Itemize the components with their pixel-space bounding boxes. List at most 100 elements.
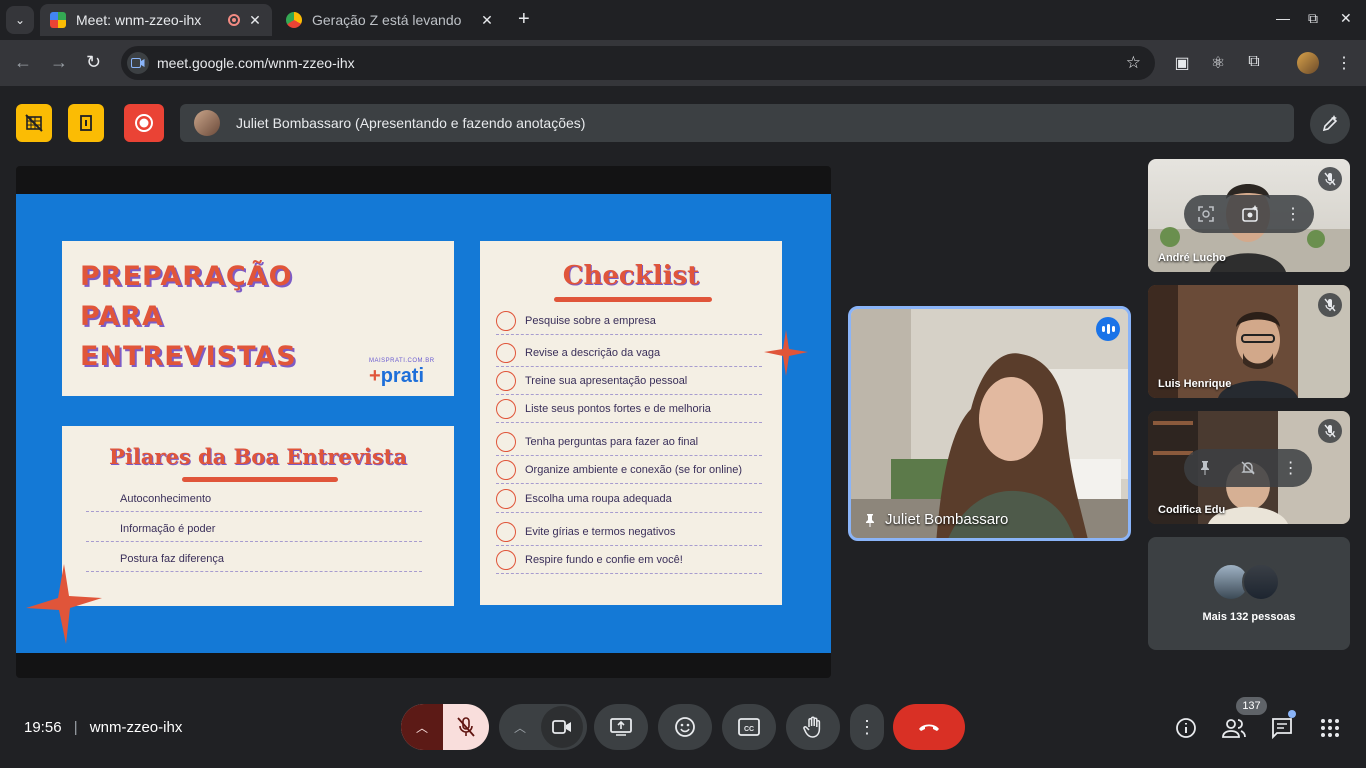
tab-title: Geração Z está levando xyxy=(312,12,462,28)
raise-hand-icon xyxy=(803,716,821,738)
back-icon[interactable]: ← xyxy=(14,52,32,73)
more-options-icon[interactable]: ⋮ xyxy=(1285,204,1301,224)
participant-avatars xyxy=(1212,563,1280,601)
extensions-icon[interactable]: ⧉ xyxy=(1244,53,1264,73)
recording-button[interactable] xyxy=(124,104,164,142)
more-options-button[interactable]: ⋮ xyxy=(850,704,884,750)
address-bar[interactable]: meet.google.com/wnm-zzeo-ihx ☆ xyxy=(121,46,1155,80)
close-tab-icon[interactable]: ✕ xyxy=(248,12,262,29)
checklist-item: Evite gírias e termos negativos xyxy=(496,518,762,546)
participant-name: André Lucho xyxy=(1158,252,1226,264)
more-people-label: Mais 132 pessoas xyxy=(1202,611,1296,623)
mic-off-icon xyxy=(457,717,475,737)
tab-strip: ⌄ Meet: wnm-zzeo-ihx ✕ Geração Z está le… xyxy=(0,0,1366,40)
chrome-menu-icon[interactable]: ⋮ xyxy=(1334,53,1354,73)
record-icon xyxy=(135,114,153,132)
forward-icon[interactable]: → xyxy=(50,52,68,73)
participant-tile[interactable]: Luis Henrique xyxy=(1148,285,1350,398)
starburst-decoration-icon xyxy=(764,330,808,376)
site-info-icon[interactable] xyxy=(127,52,149,74)
slide: PREPARAÇÃO PARA ENTREVISTAS MAISPRATI.CO… xyxy=(16,194,831,653)
close-tab-icon[interactable]: ✕ xyxy=(480,12,494,29)
muted-mic-icon xyxy=(1318,167,1342,191)
url-text: meet.google.com/wnm-zzeo-ihx xyxy=(157,55,355,71)
raise-hand-button[interactable] xyxy=(786,704,840,750)
camera-icon xyxy=(552,720,571,734)
captions-button[interactable]: CC xyxy=(722,704,776,750)
tab-article[interactable]: Geração Z está levando ✕ xyxy=(276,4,504,36)
participant-tile[interactable]: ⋮ Codifica Edu xyxy=(1148,411,1350,524)
tab-meet[interactable]: Meet: wnm-zzeo-ihx ✕ xyxy=(40,4,272,36)
reactions-button[interactable] xyxy=(658,704,712,750)
pillar-item: Informação é poder xyxy=(86,514,422,542)
pinned-participant-tile[interactable]: Juliet Bombassaro xyxy=(848,306,1131,541)
video-options-chevron-icon[interactable]: ︿ xyxy=(499,704,541,750)
participant-name: Codifica Edu xyxy=(1158,504,1226,516)
annotate-button[interactable] xyxy=(1310,104,1350,144)
new-tab-icon[interactable]: + xyxy=(518,8,530,31)
browser-toolbar: ← → ↻ meet.google.com/wnm-zzeo-ihx ☆ ▣ ⚛… xyxy=(0,40,1366,86)
frame-icon[interactable] xyxy=(1197,205,1215,223)
pillars-card: Pilares da Boa Entrevista Autoconhecimen… xyxy=(62,426,454,606)
profile-avatar[interactable] xyxy=(1297,52,1319,74)
tile-hover-controls: ⋮ xyxy=(1184,449,1312,487)
checkbox-circle-icon xyxy=(496,310,516,331)
pillars-title: Pilares da Boa Entrevista xyxy=(109,444,407,469)
people-button[interactable] xyxy=(1222,716,1246,740)
participant-tile[interactable]: ⋮ André Lucho xyxy=(1148,159,1350,272)
bookmark-star-icon[interactable]: ☆ xyxy=(1126,53,1141,73)
meeting-info: 19:56 | wnm-zzeo-ihx xyxy=(24,719,182,736)
chat-button[interactable] xyxy=(1270,710,1296,740)
checklist-item: Treine sua apresentação pessoal xyxy=(496,367,762,395)
meet-stage: Juliet Bombassaro (Apresentando e fazend… xyxy=(0,86,1366,768)
audio-options-chevron-icon[interactable]: ︿ xyxy=(401,704,443,750)
chat-icon xyxy=(1272,718,1292,739)
tab-search-button[interactable]: ⌄ xyxy=(6,6,34,34)
room-button[interactable] xyxy=(68,104,104,142)
checkbox-circle-icon xyxy=(496,398,516,419)
checkbox-circle-icon xyxy=(496,488,516,509)
microphone-control: ︿ xyxy=(401,704,489,750)
svg-text:CC: CC xyxy=(744,726,754,733)
present-screen-icon xyxy=(610,718,632,736)
react-devtools-icon[interactable]: ⚛ xyxy=(1208,53,1228,73)
hang-up-icon xyxy=(919,724,939,731)
camera-control: ︿ xyxy=(499,704,587,750)
pin-icon[interactable] xyxy=(1197,460,1213,476)
participant-video xyxy=(851,309,1128,538)
notifications-off-icon[interactable] xyxy=(1240,460,1256,476)
door-icon xyxy=(80,115,92,131)
present-screen-button[interactable] xyxy=(594,704,648,750)
brand-website: MAISPRATI.COM.BR xyxy=(369,358,435,364)
closed-captions-icon: CC xyxy=(738,718,760,736)
minimize-icon[interactable]: — xyxy=(1276,10,1290,26)
pin-icon xyxy=(866,513,874,527)
recording-indicator-icon xyxy=(228,14,240,26)
reload-icon[interactable]: ↻ xyxy=(86,52,101,73)
companion-mode-button[interactable] xyxy=(16,104,52,142)
leave-call-button[interactable] xyxy=(893,704,965,750)
effects-icon[interactable] xyxy=(1241,205,1259,223)
camera-toggle-button[interactable] xyxy=(541,706,583,748)
tab-title: Meet: wnm-zzeo-ihx xyxy=(76,12,202,28)
participant-name: Juliet Bombassaro xyxy=(863,511,1008,528)
more-participants-tile[interactable]: Mais 132 pessoas xyxy=(1148,537,1350,650)
presenter-text: Juliet Bombassaro (Apresentando e fazend… xyxy=(236,115,586,131)
participant-count-badge: 137 xyxy=(1236,697,1267,715)
meeting-details-button[interactable] xyxy=(1174,716,1198,740)
checkbox-circle-icon xyxy=(496,459,516,480)
checklist-item: Respire fundo e confie em você! xyxy=(496,546,762,574)
pillar-item: Autoconhecimento xyxy=(86,484,422,512)
cast-icon[interactable]: ▣ xyxy=(1172,53,1192,73)
presentation-area: PREPARAÇÃO PARA ENTREVISTAS MAISPRATI.CO… xyxy=(16,166,831,678)
more-options-icon[interactable]: ⋮ xyxy=(1283,458,1299,478)
activities-button[interactable] xyxy=(1318,716,1342,740)
close-window-icon[interactable]: ✕ xyxy=(1340,10,1352,27)
article-favicon-icon xyxy=(286,12,302,28)
muted-mic-icon xyxy=(1318,419,1342,443)
brand-logo: +prati xyxy=(369,365,425,387)
apps-grid-icon xyxy=(1321,719,1339,737)
mic-toggle-button[interactable] xyxy=(443,704,489,750)
maximize-icon[interactable]: ⧉ xyxy=(1308,10,1318,27)
unread-dot xyxy=(1288,710,1296,718)
